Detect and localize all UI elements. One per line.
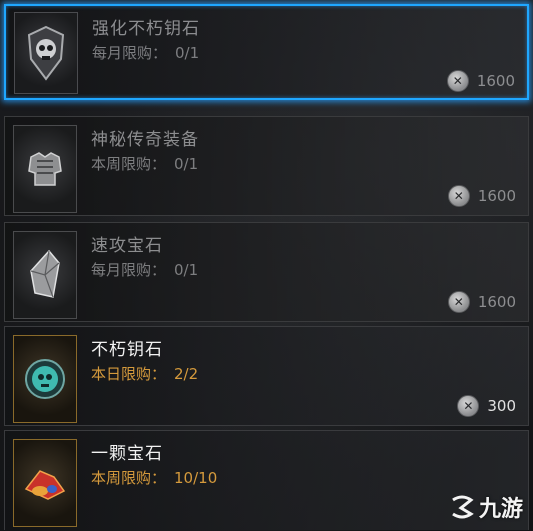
armor-chest-icon: [28, 152, 62, 186]
shop-item-speed-gem[interactable]: 速攻宝石 每月限购： 0/1 ✕ 1600: [4, 222, 529, 322]
item-price: ✕ 1600: [447, 291, 516, 313]
item-title: 速攻宝石: [91, 236, 163, 256]
platinum-coin-icon: ✕: [457, 395, 480, 417]
purchase-limit: 每月限购： 0/1: [92, 42, 199, 63]
item-title: 神秘传奇装备: [91, 130, 199, 150]
limit-label: 每月限购：: [92, 44, 168, 62]
price-value: 300: [487, 397, 516, 415]
item-price: ✕ 1600: [446, 70, 515, 92]
watermark-text: 九游: [478, 497, 523, 522]
item-icon-frame: [13, 439, 77, 527]
platinum-coin-icon: ✕: [447, 291, 470, 313]
glowing-keystone-icon: [25, 359, 65, 399]
price-value: 1600: [476, 72, 515, 90]
jiuyou-logo-icon: [452, 495, 474, 519]
watermark: 九游: [449, 491, 523, 523]
purchase-limit: 每月限购： 0/1: [91, 259, 198, 280]
platinum-coin-icon: ✕: [447, 185, 470, 207]
limit-value: 0/1: [174, 261, 199, 279]
purchase-limit: 本周限购： 10/10: [91, 467, 217, 488]
item-price: ✕ 300: [457, 395, 516, 417]
item-title: 一颗宝石: [91, 444, 163, 464]
limit-label: 本日限购：: [91, 365, 167, 383]
red-gem-icon: [24, 470, 66, 500]
item-title: 强化不朽钥石: [92, 19, 200, 39]
limit-value: 0/1: [174, 155, 199, 173]
limit-value: 0/1: [175, 44, 200, 62]
crystal-gem-icon: [30, 249, 60, 298]
limit-value: 2/2: [174, 365, 199, 383]
purchase-limit: 本周限购： 0/1: [91, 153, 198, 174]
limit-value: 10/10: [174, 469, 218, 487]
item-icon-frame: [13, 335, 77, 423]
item-price: ✕ 1600: [447, 185, 516, 207]
item-icon-frame: [13, 125, 77, 213]
price-value: 1600: [477, 293, 516, 311]
shop-item-keystone[interactable]: 不朽钥石 本日限购： 2/2 ✕ 300: [4, 326, 529, 426]
shop-item-mysterious-legendary[interactable]: 神秘传奇装备 本周限购： 0/1 ✕ 1600: [4, 116, 529, 216]
limit-label: 本周限购：: [91, 155, 167, 173]
price-value: 1600: [477, 187, 516, 205]
limit-label: 每月限购：: [91, 261, 167, 279]
shop-item-empowered-keystone[interactable]: 强化不朽钥石 每月限购： 0/1 ✕ 1600: [4, 4, 529, 100]
item-icon-frame: [14, 12, 78, 94]
limit-label: 本周限购：: [91, 469, 167, 487]
platinum-coin-icon: ✕: [446, 70, 469, 92]
item-icon-frame: [13, 231, 77, 319]
shield-skull-icon: [27, 25, 65, 81]
item-title: 不朽钥石: [91, 340, 163, 360]
purchase-limit: 本日限购： 2/2: [91, 363, 198, 384]
